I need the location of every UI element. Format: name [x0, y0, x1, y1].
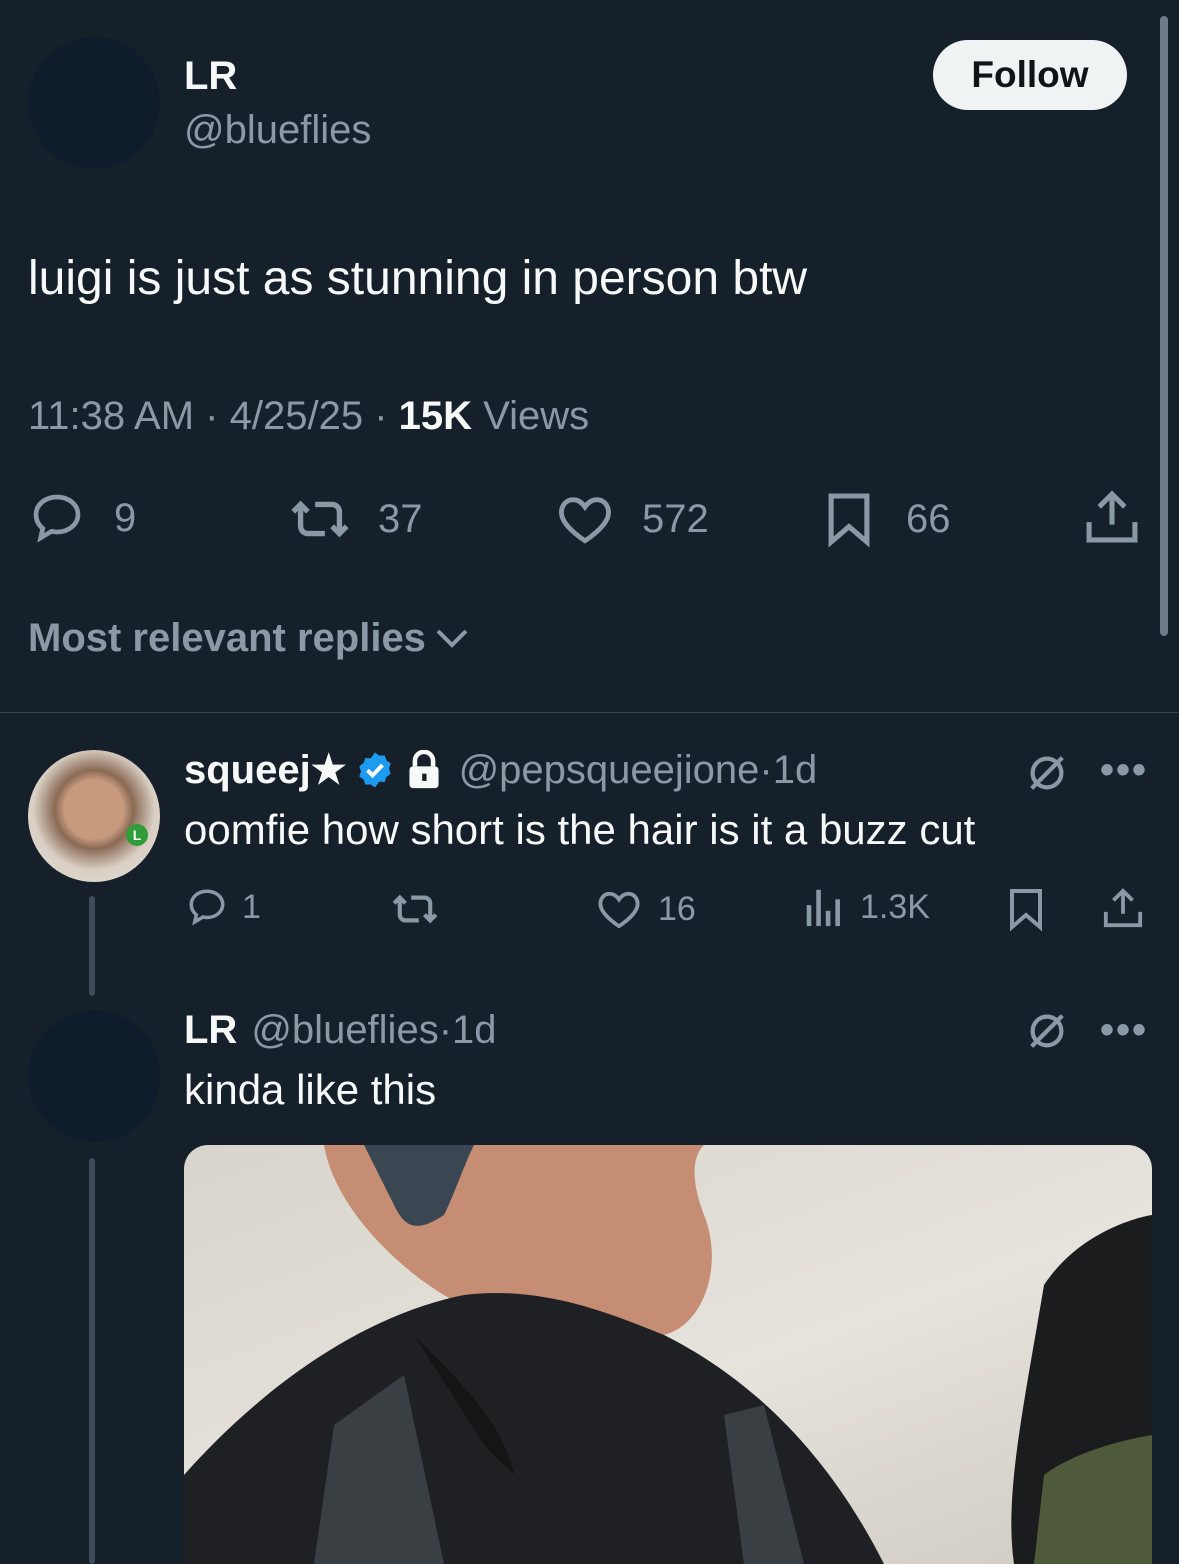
- retweet-action[interactable]: [388, 890, 442, 928]
- tweet-meta: 11:38 AM · 4/25/25 · 15K Views: [28, 394, 589, 439]
- share-icon: [1086, 490, 1138, 543]
- tweet-date[interactable]: 4/25/25: [230, 394, 363, 438]
- reply-header: LR @blueflies · 1d: [184, 1006, 497, 1054]
- photo-content: [184, 1145, 1152, 1564]
- reply-photo[interactable]: [184, 1145, 1152, 1564]
- reply-text: kinda like this: [184, 1066, 437, 1113]
- reply-avatar[interactable]: [28, 1010, 160, 1142]
- sort-replies-dropdown[interactable]: Most relevant replies: [28, 616, 472, 661]
- avatar-badge: L: [126, 824, 148, 846]
- bookmark-action[interactable]: 66: [826, 490, 951, 548]
- more-options-icon[interactable]: •••: [1100, 748, 1148, 793]
- reply-icon: [189, 889, 225, 926]
- share-action[interactable]: [1102, 886, 1144, 930]
- tweet-text: luigi is just as stunning in person btw: [28, 252, 808, 305]
- bookmark-icon: [828, 493, 870, 548]
- meta-separator: ·: [205, 394, 230, 438]
- reply-author-name[interactable]: LR: [184, 1008, 237, 1053]
- grok-icon[interactable]: [1024, 750, 1070, 796]
- views-action[interactable]: 1.3K: [802, 886, 930, 928]
- retweet-icon: [291, 500, 349, 538]
- reply-action[interactable]: 1: [186, 886, 261, 928]
- tweet-time[interactable]: 11:38 AM: [28, 394, 194, 438]
- reply-count: 1: [242, 887, 261, 926]
- meta-separator: ·: [374, 394, 399, 438]
- reply-count: 9: [114, 495, 137, 540]
- bookmark-icon: [1010, 889, 1042, 932]
- reply-header: squeej★ @pepsqueejione · 1d: [184, 746, 817, 794]
- retweet-action[interactable]: 37: [286, 494, 423, 544]
- retweet-count: 37: [378, 496, 423, 541]
- share-action[interactable]: [1084, 488, 1140, 546]
- more-options-icon[interactable]: •••: [1100, 1008, 1148, 1053]
- bookmark-count: 66: [906, 496, 951, 541]
- author-avatar[interactable]: [28, 37, 160, 169]
- lock-icon: [409, 750, 439, 789]
- sort-label: Most relevant replies: [28, 616, 426, 660]
- views-count: 1.3K: [860, 887, 930, 926]
- retweet-icon: [392, 894, 438, 924]
- like-action[interactable]: 16: [596, 888, 696, 930]
- heart-icon: [598, 891, 640, 929]
- heart-icon: [559, 497, 611, 544]
- thread-line: [89, 896, 95, 996]
- scrollbar[interactable]: [1160, 16, 1168, 636]
- like-count: 572: [642, 496, 709, 541]
- reply-age[interactable]: 1d: [452, 1008, 497, 1053]
- reply-author-handle[interactable]: @blueflies: [251, 1008, 438, 1053]
- reply-age[interactable]: 1d: [773, 748, 818, 793]
- reply-avatar[interactable]: L: [28, 750, 160, 882]
- verified-badge-icon: [358, 752, 391, 788]
- reply-author-handle[interactable]: @pepsqueejione: [459, 748, 760, 793]
- bookmark-action[interactable]: [1008, 886, 1044, 932]
- views-label: Views: [483, 394, 590, 438]
- reply-action[interactable]: 9: [28, 490, 136, 546]
- share-icon: [1103, 888, 1143, 928]
- meta-separator: ·: [438, 1007, 453, 1052]
- views-count[interactable]: 15K: [399, 394, 472, 438]
- analytics-icon: [806, 889, 840, 927]
- thread-line: [89, 1158, 95, 1564]
- reply-icon: [33, 494, 81, 543]
- author-name[interactable]: LR: [184, 54, 237, 99]
- chevron-down-icon: [436, 629, 468, 648]
- follow-button[interactable]: Follow: [933, 40, 1127, 110]
- grok-icon[interactable]: [1024, 1008, 1070, 1054]
- like-action[interactable]: 572: [556, 492, 709, 546]
- reply-author-name[interactable]: squeej★: [184, 747, 347, 793]
- meta-separator: ·: [759, 747, 773, 792]
- author-handle[interactable]: @blueflies: [184, 108, 371, 153]
- like-count: 16: [658, 889, 696, 928]
- reply-text: oomfie how short is the hair is it a buz…: [184, 806, 976, 853]
- divider: [0, 712, 1179, 713]
